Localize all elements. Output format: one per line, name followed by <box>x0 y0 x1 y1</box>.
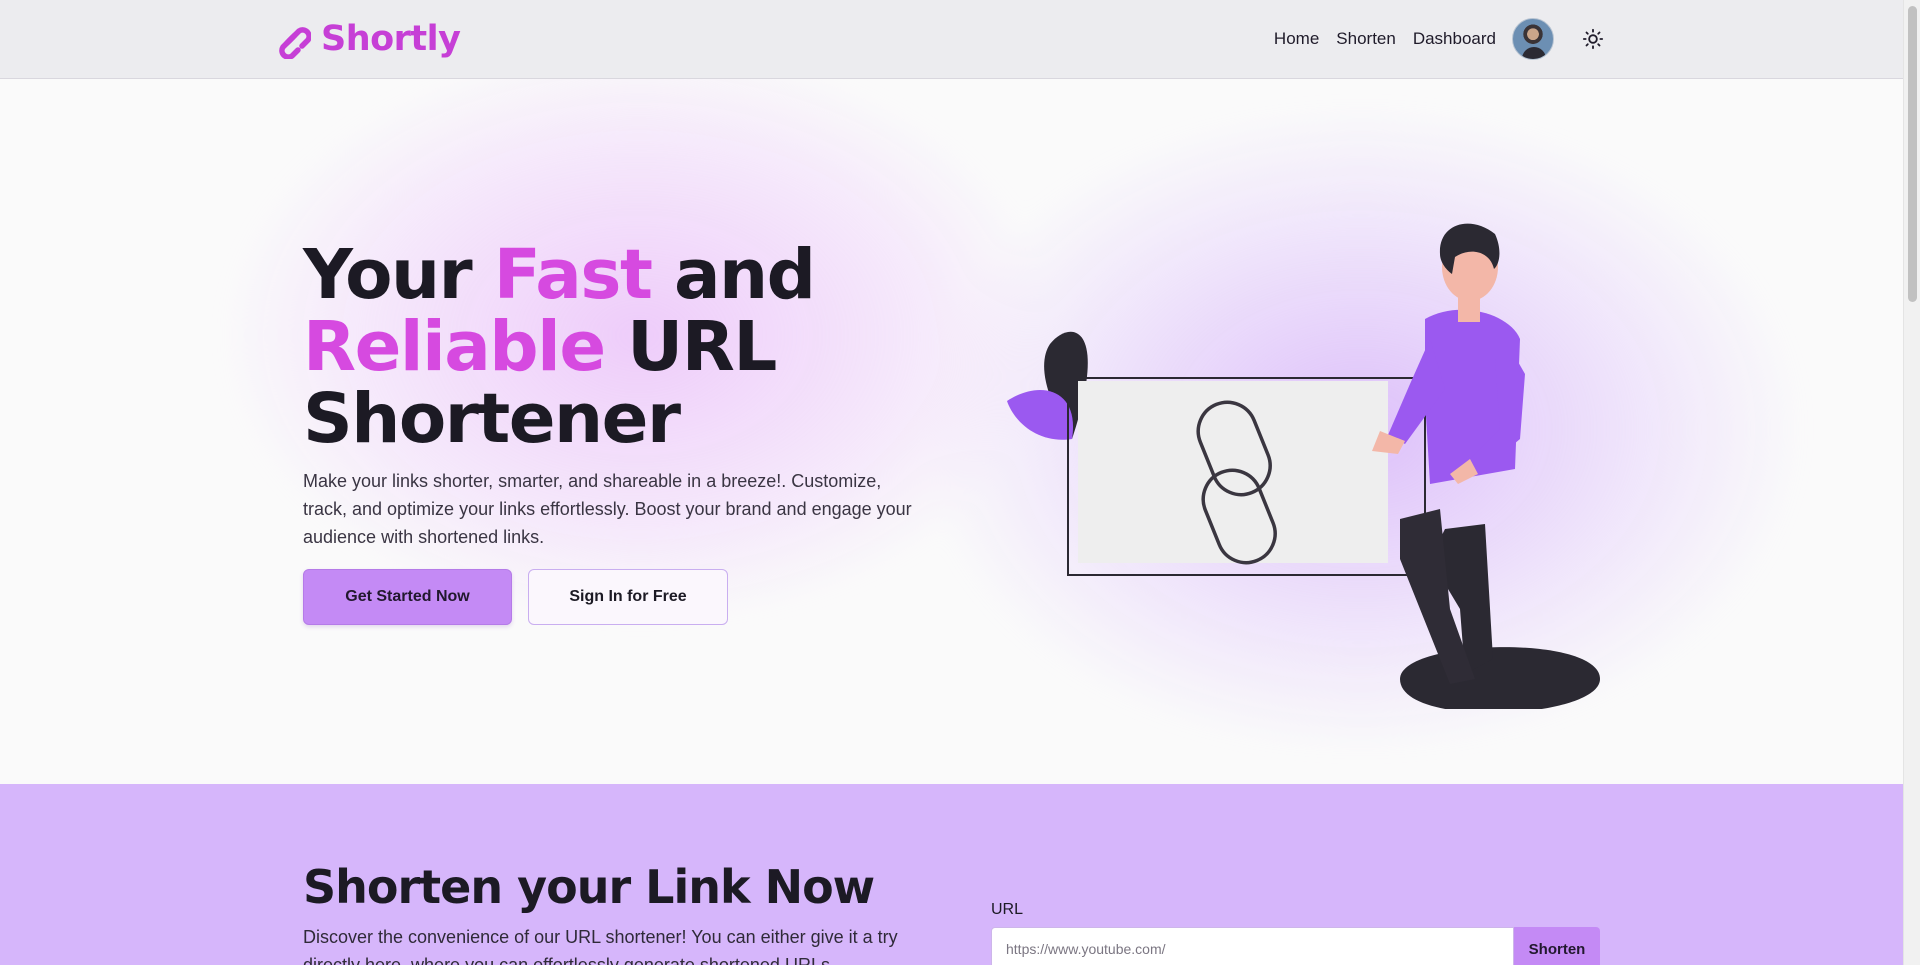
url-label: URL <box>991 901 1024 918</box>
nav-shorten[interactable]: Shorten <box>1336 29 1396 49</box>
get-started-button[interactable]: Get Started Now <box>303 569 512 625</box>
shorten-title: Shorten your Link Now <box>303 860 875 914</box>
shorten-section: Shorten your Link Now Discover the conve… <box>0 784 1903 965</box>
shorten-description: Discover the convenience of our URL shor… <box>303 927 898 965</box>
top-navbar: Shortly Home Shorten Dashboard <box>0 0 1903 79</box>
brand-name: Shortly <box>321 19 461 59</box>
main-nav: Home Shorten Dashboard <box>1274 18 1606 60</box>
sun-icon <box>1582 28 1604 50</box>
hero-description: Make your links shorter, smarter, and sh… <box>303 471 912 547</box>
hero-title-part1: Your <box>303 235 494 315</box>
theme-toggle-button[interactable] <box>1580 26 1606 52</box>
link-icon <box>279 27 311 59</box>
hero-section: Your Fast and Reliable URL Shortener Mak… <box>0 79 1903 784</box>
hero-title-highlight-fast: Fast <box>493 235 653 315</box>
nav-dashboard[interactable]: Dashboard <box>1413 29 1496 49</box>
url-input[interactable] <box>991 927 1514 965</box>
nav-home[interactable]: Home <box>1274 29 1319 49</box>
page-scrollbar[interactable] <box>1903 0 1920 965</box>
hero-title-highlight-reliable: Reliable <box>303 307 606 387</box>
brand-logo[interactable]: Shortly <box>271 17 461 61</box>
shorten-button[interactable]: Shorten <box>1514 927 1600 965</box>
scrollbar-thumb[interactable] <box>1908 6 1917 302</box>
hero-title-part2: and <box>651 235 816 315</box>
hero-title: Your Fast and Reliable URL Shortener <box>303 239 863 455</box>
user-avatar[interactable] <box>1512 18 1554 60</box>
link-chain-illustration <box>1007 223 1600 709</box>
sign-in-button[interactable]: Sign In for Free <box>528 569 728 625</box>
